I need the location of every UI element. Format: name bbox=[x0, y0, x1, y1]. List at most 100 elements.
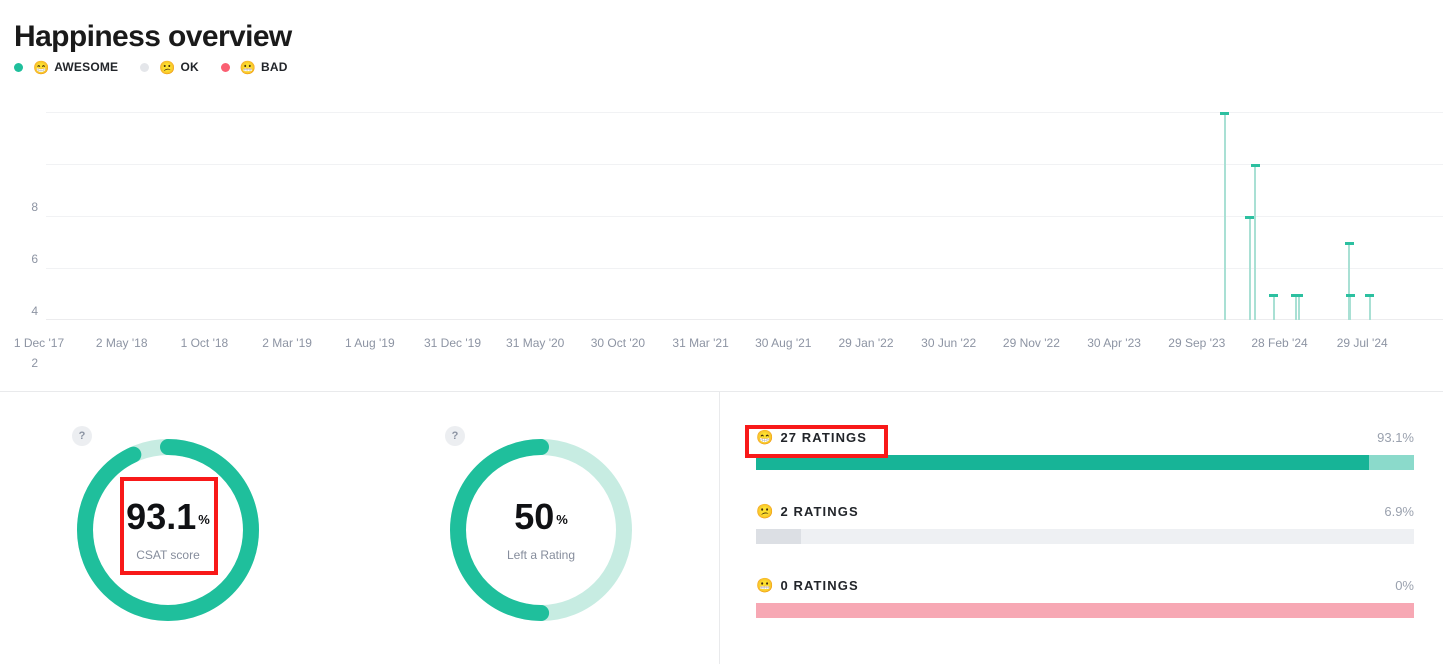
chart-x-tick-label: 30 Jun '22 bbox=[921, 336, 977, 350]
chart-plot-area bbox=[46, 96, 1443, 320]
ok-emoji-icon: 😕 bbox=[756, 503, 774, 519]
legend-label-ok: OK bbox=[180, 60, 199, 74]
csat-percent-symbol: % bbox=[198, 512, 210, 527]
left-a-rating-donut: 50 % Left a Rating ? bbox=[445, 426, 635, 624]
legend-dot-bad bbox=[220, 62, 230, 72]
bad-emoji-icon: 😬 bbox=[239, 59, 257, 75]
awesome-progress-bar bbox=[756, 455, 1414, 470]
chart-bar-cap bbox=[1345, 293, 1355, 297]
ok-emoji-icon: 😕 bbox=[159, 59, 176, 75]
rating-head-awesome: 😁 27 RATINGS 93.1% bbox=[756, 426, 1414, 448]
rating-percent-symbol: % bbox=[556, 512, 568, 527]
bad-emoji-icon: 😬 bbox=[756, 577, 774, 593]
chart-bar-cap bbox=[1220, 111, 1230, 115]
chart-x-tick-label: 29 Sep '23 bbox=[1168, 336, 1226, 350]
rating-value: 50 bbox=[514, 496, 555, 537]
rating-row-bad[interactable]: 😬 0 RATINGS 0% bbox=[756, 574, 1414, 618]
rating-row-ok[interactable]: 😕 2 RATINGS 6.9% bbox=[756, 500, 1414, 544]
rating-help-icon[interactable]: ? bbox=[445, 426, 465, 446]
chart-x-tick-label: 30 Oct '20 bbox=[590, 336, 646, 350]
csat-help-icon[interactable]: ? bbox=[72, 426, 92, 446]
csat-donut-center: 93.1 % CSAT score bbox=[74, 436, 262, 624]
legend-item-bad[interactable]: 😬 BAD bbox=[220, 59, 288, 75]
chart-bar-cap bbox=[1245, 215, 1255, 219]
chart-x-tick-label: 2 May '18 bbox=[95, 336, 148, 350]
chart-y-tick-label: 6 bbox=[31, 251, 38, 266]
chart-x-axis bbox=[46, 319, 1443, 320]
legend-label-awesome: AWESOME bbox=[54, 60, 119, 74]
chart-x-tick-label: 29 Jul '24 bbox=[1336, 336, 1388, 350]
legend-dot-ok bbox=[140, 62, 150, 72]
awesome-percent-label: 93.1% bbox=[1377, 429, 1414, 445]
chart-x-tick-label: 29 Jan '22 bbox=[838, 336, 894, 350]
chart-x-tick-label: 30 Aug '21 bbox=[755, 336, 812, 350]
chart-bar-cap bbox=[1365, 293, 1375, 297]
rating-title-ok: 😕 2 RATINGS bbox=[756, 504, 859, 519]
chart-gridline bbox=[46, 267, 1443, 269]
bad-progress-bar bbox=[756, 603, 1414, 618]
ok-count-label: 2 RATINGS bbox=[780, 503, 859, 519]
bad-progress-fill bbox=[756, 603, 1414, 618]
rating-title-bad: 😬 0 RATINGS bbox=[756, 578, 859, 593]
happiness-timeline-chart: 2 4 6 8 1 Dec '17 2 May '18 1 Oct '18 2 Mar '1… bbox=[0, 96, 1443, 392]
donut-column: 93.1 % CSAT score ? 50 % Left a Rating ? bbox=[0, 392, 719, 664]
legend-label-bad: BAD bbox=[261, 60, 288, 74]
awesome-emoji-icon: 😁 bbox=[33, 59, 50, 75]
chart-y-tick-label: 2 bbox=[31, 355, 38, 370]
chart-x-tick-label: 1 Oct '18 bbox=[180, 336, 229, 350]
chart-gridline bbox=[46, 163, 1443, 165]
ok-progress-bar bbox=[756, 529, 1414, 544]
chart-x-tick-label: 31 May '20 bbox=[506, 336, 565, 350]
chart-legend: 😁 AWESOME 😕 OK 😬 BAD bbox=[14, 60, 310, 74]
chart-x-tick-label: 2 Mar '19 bbox=[262, 336, 312, 350]
chart-y-tick-label: 8 bbox=[31, 199, 38, 214]
chart-bar[interactable] bbox=[1250, 163, 1260, 320]
chart-bar-cap bbox=[1250, 163, 1260, 167]
ratings-breakdown: 😁 27 RATINGS 93.1% 😕 2 RATINGS 6.9% 😬 0 … bbox=[720, 392, 1443, 664]
chart-bar[interactable] bbox=[1294, 293, 1304, 320]
rating-donut-center: 50 % Left a Rating bbox=[447, 436, 635, 624]
awesome-emoji-icon: 😁 bbox=[756, 429, 774, 445]
legend-item-awesome[interactable]: 😁 AWESOME bbox=[14, 60, 118, 74]
chart-x-tick-label: 31 Dec '19 bbox=[424, 336, 481, 350]
csat-value: 93.1 bbox=[126, 496, 197, 537]
rating-head-ok: 😕 2 RATINGS 6.9% bbox=[756, 500, 1414, 522]
chart-gridline bbox=[46, 111, 1443, 113]
chart-x-tick-label: 1 Dec '17 bbox=[13, 336, 65, 350]
chart-y-tick-label: 4 bbox=[31, 303, 38, 318]
chart-bar[interactable] bbox=[1291, 293, 1301, 320]
ok-percent-label: 6.9% bbox=[1384, 503, 1414, 519]
rating-row-awesome[interactable]: 😁 27 RATINGS 93.1% bbox=[756, 426, 1414, 470]
csat-score-donut: 93.1 % CSAT score ? bbox=[72, 426, 262, 624]
chart-bar-cap bbox=[1344, 241, 1354, 245]
awesome-progress-fill bbox=[756, 455, 1369, 470]
csat-label: CSAT score bbox=[136, 548, 200, 562]
chart-x-axis-labels: 1 Dec '17 2 May '18 1 Oct '18 2 Mar '19 1 Au… bbox=[0, 336, 1443, 356]
chart-x-tick-label: 28 Feb '24 bbox=[1251, 336, 1308, 350]
chart-x-tick-label: 30 Apr '23 bbox=[1087, 336, 1141, 350]
chart-bar[interactable] bbox=[1345, 293, 1355, 320]
rating-value-group: 50 % bbox=[514, 498, 568, 539]
rating-head-bad: 😬 0 RATINGS 0% bbox=[756, 574, 1414, 596]
ok-progress-fill bbox=[756, 529, 802, 544]
summary-section: 93.1 % CSAT score ? 50 % Left a Rating ?… bbox=[0, 392, 1443, 664]
csat-value-group: 93.1 % bbox=[126, 498, 210, 539]
bad-count-label: 0 RATINGS bbox=[780, 577, 859, 593]
page-title: Happiness overview bbox=[14, 20, 292, 53]
legend-item-ok[interactable]: 😕 OK bbox=[140, 60, 199, 74]
chart-x-tick-label: 1 Aug '19 bbox=[344, 336, 395, 350]
chart-x-tick-label: 31 Mar '21 bbox=[672, 336, 729, 350]
chart-bar-cap bbox=[1269, 293, 1279, 297]
bad-percent-label: 0% bbox=[1395, 577, 1414, 593]
chart-bar-cap bbox=[1294, 293, 1304, 297]
rating-title-awesome: 😁 27 RATINGS bbox=[756, 430, 867, 445]
rating-label: Left a Rating bbox=[506, 548, 576, 562]
chart-x-tick-label: 29 Nov '22 bbox=[1002, 336, 1060, 350]
awesome-count-label: 27 RATINGS bbox=[780, 429, 868, 445]
chart-bar[interactable] bbox=[1245, 215, 1255, 320]
legend-dot-awesome bbox=[14, 62, 23, 72]
chart-bar[interactable] bbox=[1220, 111, 1230, 320]
chart-bar[interactable] bbox=[1269, 293, 1279, 320]
chart-bar[interactable] bbox=[1365, 293, 1375, 320]
happiness-overview-page: Happiness overview 😁 AWESOME 😕 OK 😬 BAD … bbox=[0, 0, 1443, 664]
